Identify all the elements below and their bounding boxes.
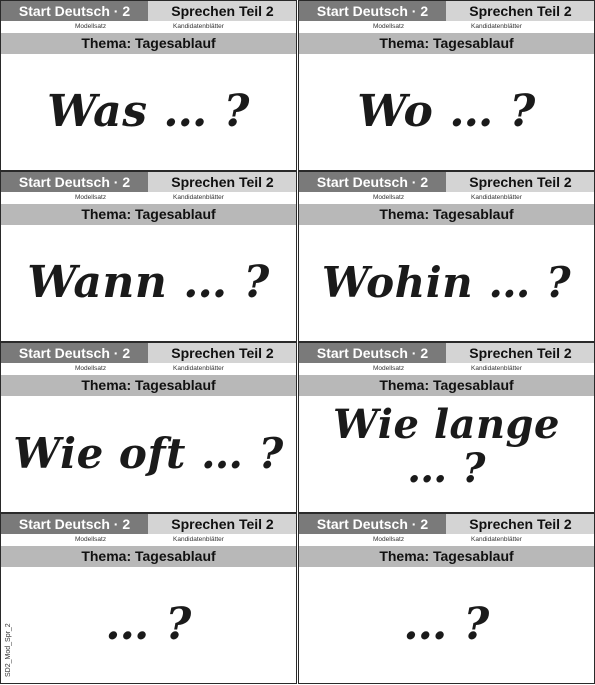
exam-brand: Start Deutsch · 2 xyxy=(299,514,446,534)
exam-brand: Start Deutsch · 2 xyxy=(1,172,148,192)
exam-part: Sprechen Teil 2 xyxy=(171,345,274,361)
card-meta: Modellsatz Kandidatenblätter xyxy=(1,21,296,33)
meta-set: Modellsatz xyxy=(373,536,405,543)
card-body: Was … ? xyxy=(1,54,296,170)
exam-part: Sprechen Teil 2 xyxy=(469,174,572,190)
card-header: Start Deutsch · 2 Sprechen Teil 2 xyxy=(1,343,296,363)
exam-brand: Start Deutsch · 2 xyxy=(1,514,148,534)
question-card: Start Deutsch · 2 Sprechen Teil 2 Modell… xyxy=(298,513,595,684)
card-header: Start Deutsch · 2 Sprechen Teil 2 xyxy=(299,514,594,534)
card-header: Start Deutsch · 2 Sprechen Teil 2 xyxy=(1,172,296,192)
question-word: … ? xyxy=(403,599,490,650)
card-header: Start Deutsch · 2 Sprechen Teil 2 xyxy=(299,1,594,21)
card-topic: Thema: Tagesablauf xyxy=(299,546,594,567)
meta-set: Modellsatz xyxy=(373,23,405,30)
exam-part: Sprechen Teil 2 xyxy=(171,516,274,532)
card-topic: Thema: Tagesablauf xyxy=(299,33,594,54)
card-body: Wann … ? xyxy=(1,225,296,341)
card-topic: Thema: Tagesablauf xyxy=(1,546,296,567)
card-body: Wie lange … ? xyxy=(299,396,594,512)
question-word: Wann … ? xyxy=(27,257,270,308)
card-sheet: Start Deutsch · 2 Sprechen Teil 2 Modell… xyxy=(0,0,595,685)
meta-set: Modellsatz xyxy=(75,365,107,372)
meta-sheet: Kandidatenblätter xyxy=(471,536,522,543)
question-word: Wie lange … ? xyxy=(333,401,560,492)
card-meta: Modellsatz Kandidatenblätter xyxy=(1,534,296,546)
exam-part: Sprechen Teil 2 xyxy=(469,516,572,532)
exam-brand: Start Deutsch · 2 xyxy=(299,1,446,21)
card-body: … ? xyxy=(299,567,594,683)
exam-brand: Start Deutsch · 2 xyxy=(299,172,446,192)
card-header: Start Deutsch · 2 Sprechen Teil 2 xyxy=(299,172,594,192)
card-topic: Thema: Tagesablauf xyxy=(1,33,296,54)
card-topic: Thema: Tagesablauf xyxy=(1,204,296,225)
meta-sheet: Kandidatenblätter xyxy=(471,23,522,30)
question-card: Start Deutsch · 2 Sprechen Teil 2 Modell… xyxy=(0,513,297,684)
meta-set: Modellsatz xyxy=(373,194,405,201)
question-word: … ? xyxy=(105,599,192,650)
card-header: Start Deutsch · 2 Sprechen Teil 2 xyxy=(1,1,296,21)
exam-part: Sprechen Teil 2 xyxy=(469,345,572,361)
card-meta: Modellsatz Kandidatenblätter xyxy=(299,363,594,375)
meta-sheet: Kandidatenblätter xyxy=(173,536,224,543)
card-body: Wo … ? xyxy=(299,54,594,170)
question-card: Start Deutsch · 2 Sprechen Teil 2 Modell… xyxy=(0,0,297,171)
question-card: Start Deutsch · 2 Sprechen Teil 2 Modell… xyxy=(298,0,595,171)
meta-set: Modellsatz xyxy=(75,536,107,543)
question-card: Start Deutsch · 2 Sprechen Teil 2 Modell… xyxy=(298,171,595,342)
question-card: Start Deutsch · 2 Sprechen Teil 2 Modell… xyxy=(0,342,297,513)
question-word: Wie oft … ? xyxy=(13,429,284,478)
exam-part: Sprechen Teil 2 xyxy=(469,3,572,19)
card-header: Start Deutsch · 2 Sprechen Teil 2 xyxy=(299,343,594,363)
exam-brand: Start Deutsch · 2 xyxy=(299,343,446,363)
card-meta: Modellsatz Kandidatenblätter xyxy=(1,192,296,204)
card-body: … ? xyxy=(1,567,296,683)
card-topic: Thema: Tagesablauf xyxy=(1,375,296,396)
meta-set: Modellsatz xyxy=(75,194,107,201)
meta-set: Modellsatz xyxy=(75,23,107,30)
meta-set: Modellsatz xyxy=(373,365,405,372)
card-topic: Thema: Tagesablauf xyxy=(299,375,594,396)
meta-sheet: Kandidatenblätter xyxy=(173,23,224,30)
card-body: Wie oft … ? xyxy=(1,396,296,512)
question-card: Start Deutsch · 2 Sprechen Teil 2 Modell… xyxy=(298,342,595,513)
card-meta: Modellsatz Kandidatenblätter xyxy=(1,363,296,375)
question-card: Start Deutsch · 2 Sprechen Teil 2 Modell… xyxy=(0,171,297,342)
card-body: Wohin … ? xyxy=(299,225,594,341)
document-code: SD2_Mod_Spr_2 xyxy=(5,623,12,677)
exam-part: Sprechen Teil 2 xyxy=(171,174,274,190)
exam-part: Sprechen Teil 2 xyxy=(171,3,274,19)
question-word: Wo … ? xyxy=(357,86,536,137)
meta-sheet: Kandidatenblätter xyxy=(173,194,224,201)
card-meta: Modellsatz Kandidatenblätter xyxy=(299,21,594,33)
card-header: Start Deutsch · 2 Sprechen Teil 2 xyxy=(1,514,296,534)
meta-sheet: Kandidatenblätter xyxy=(471,194,522,201)
card-meta: Modellsatz Kandidatenblätter xyxy=(299,534,594,546)
card-meta: Modellsatz Kandidatenblätter xyxy=(299,192,594,204)
question-word: Was … ? xyxy=(47,86,250,137)
exam-brand: Start Deutsch · 2 xyxy=(1,1,148,21)
exam-brand: Start Deutsch · 2 xyxy=(1,343,148,363)
meta-sheet: Kandidatenblätter xyxy=(173,365,224,372)
meta-sheet: Kandidatenblätter xyxy=(471,365,522,372)
question-word: Wohin … ? xyxy=(321,258,572,307)
card-topic: Thema: Tagesablauf xyxy=(299,204,594,225)
